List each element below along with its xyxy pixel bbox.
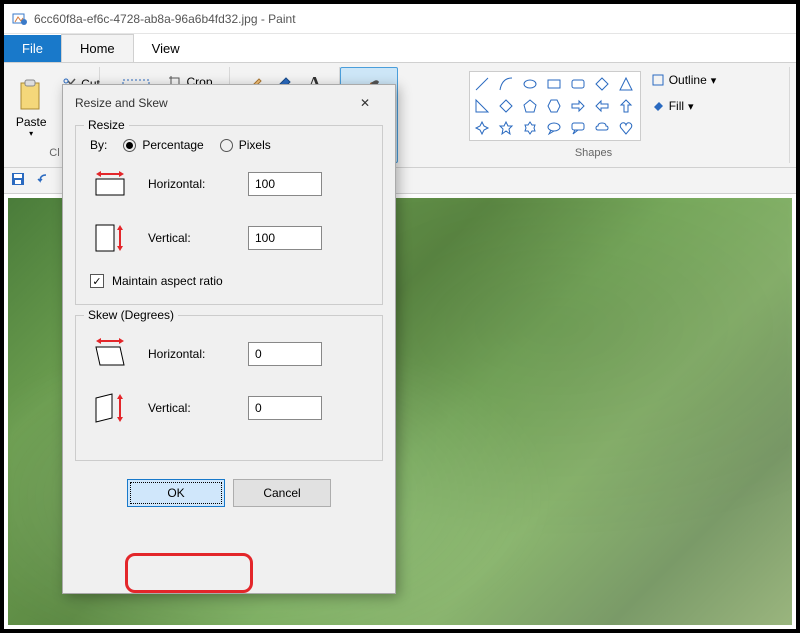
resize-vertical-input[interactable]: [248, 226, 322, 250]
resize-fieldset: Resize By: Percentage Pixels Horizontal:…: [75, 125, 383, 305]
fill-button[interactable]: Fill ▾: [649, 97, 719, 115]
shape-roundrect[interactable]: [568, 74, 588, 94]
undo-icon: [36, 171, 52, 187]
window-title: 6cc60f8a-ef6c-4728-ab8a-96a6b4fd32.jpg -…: [34, 12, 296, 26]
group-shapes: Outline ▾ Fill ▾ Shapes: [398, 67, 790, 163]
shape-heart[interactable]: [616, 118, 636, 138]
ribbon-tabs: File Home View: [4, 34, 796, 63]
skew-horizontal-input[interactable]: [248, 342, 322, 366]
shape-star4[interactable]: [472, 118, 492, 138]
tab-view[interactable]: View: [134, 35, 198, 62]
cancel-button[interactable]: Cancel: [233, 479, 331, 507]
shape-arrow-left[interactable]: [592, 96, 612, 116]
outline-icon: [651, 73, 665, 87]
shape-star6[interactable]: [520, 118, 540, 138]
shape-arrow-up[interactable]: [616, 96, 636, 116]
shape-callout-round[interactable]: [544, 118, 564, 138]
shape-arrow-right[interactable]: [568, 96, 588, 116]
tab-home[interactable]: Home: [61, 34, 134, 62]
resize-horizontal-input[interactable]: [248, 172, 322, 196]
skew-vertical-input[interactable]: [248, 396, 322, 420]
undo-button[interactable]: [36, 171, 56, 191]
shape-rect[interactable]: [544, 74, 564, 94]
close-icon: ✕: [360, 96, 370, 110]
shape-diamond[interactable]: [496, 96, 516, 116]
skew-fieldset: Skew (Degrees) Horizontal: Vertical:: [75, 315, 383, 461]
shape-triangle[interactable]: [616, 74, 636, 94]
shape-pentagon[interactable]: [520, 96, 540, 116]
dialog-title: Resize and Skew: [75, 96, 168, 110]
shape-star5[interactable]: [496, 118, 516, 138]
resize-vertical-icon: [90, 220, 130, 256]
shape-oval[interactable]: [520, 74, 540, 94]
paint-app-icon: [12, 11, 28, 27]
skew-horizontal-icon: [90, 336, 130, 372]
title-bar: 6cc60f8a-ef6c-4728-ab8a-96a6b4fd32.jpg -…: [4, 4, 796, 34]
resize-skew-dialog: Resize and Skew ✕ Resize By: Percentage …: [62, 84, 396, 594]
shape-curve[interactable]: [496, 74, 516, 94]
shape-hexagon[interactable]: [544, 96, 564, 116]
resize-horizontal-icon: [90, 166, 130, 202]
outline-button[interactable]: Outline ▾: [649, 71, 719, 89]
paste-button[interactable]: Paste ▾: [7, 71, 55, 142]
close-button[interactable]: ✕: [347, 89, 383, 117]
skew-vertical-icon: [90, 390, 130, 426]
tab-file[interactable]: File: [4, 35, 61, 62]
clipboard-icon: [17, 79, 45, 111]
shape-right-tri[interactable]: [472, 96, 492, 116]
shape-cloud[interactable]: [592, 118, 612, 138]
fill-icon: [651, 99, 665, 113]
shape-polygon[interactable]: [592, 74, 612, 94]
save-icon: [10, 171, 26, 187]
save-button[interactable]: [10, 171, 30, 191]
shapes-gallery[interactable]: [469, 71, 641, 141]
shape-callout-rect[interactable]: [568, 118, 588, 138]
shape-line[interactable]: [472, 74, 492, 94]
ok-button[interactable]: OK: [127, 479, 225, 507]
radio-pixels[interactable]: Pixels: [220, 138, 271, 152]
maintain-aspect-checkbox[interactable]: ✓Maintain aspect ratio: [90, 274, 368, 288]
radio-percentage[interactable]: Percentage: [123, 138, 203, 152]
